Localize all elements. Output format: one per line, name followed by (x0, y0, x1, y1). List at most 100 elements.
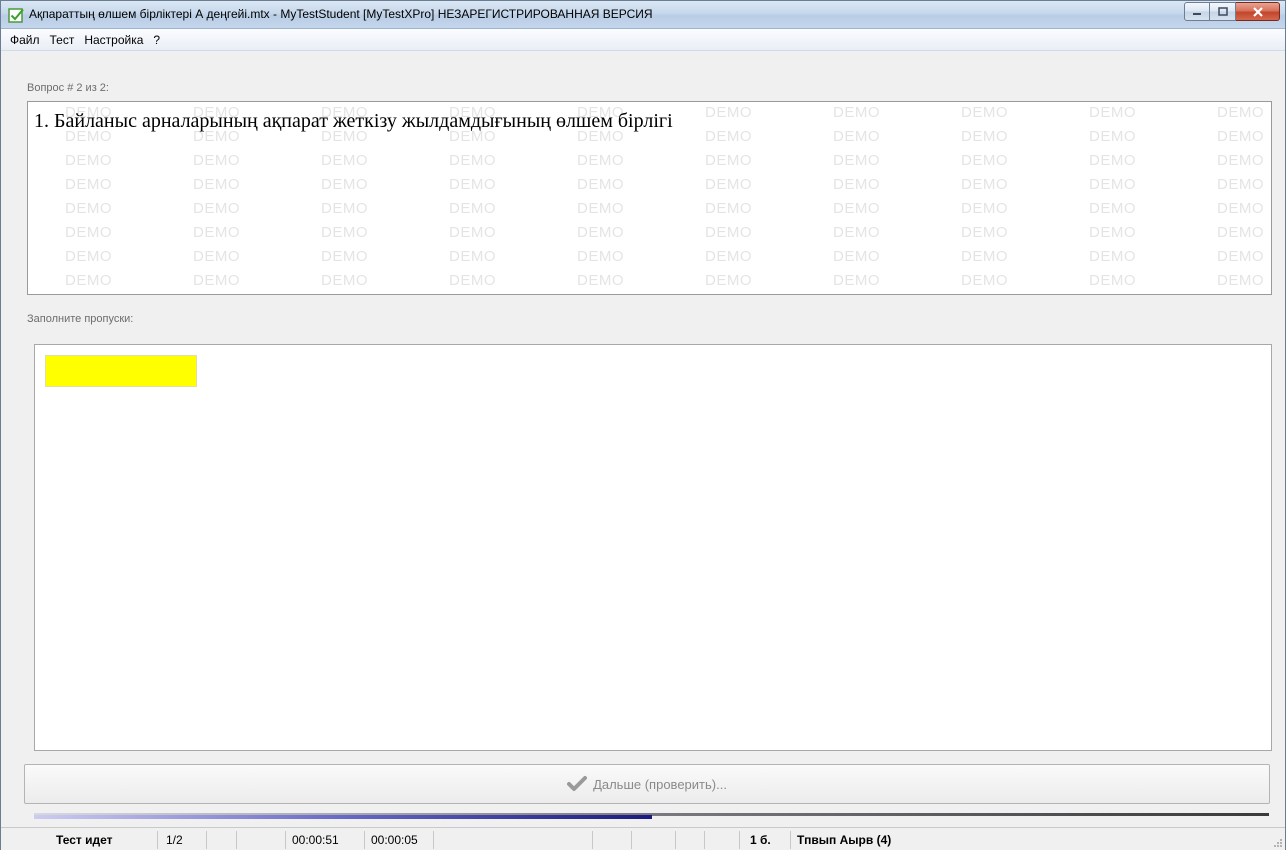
menu-help[interactable]: ? (148, 30, 165, 50)
watermark-text: DEMO (1089, 200, 1136, 217)
status-empty-1 (206, 831, 236, 849)
watermark-text: DEMO (65, 272, 112, 289)
watermark-text: DEMO (65, 200, 112, 217)
watermark-text: DEMO (321, 200, 368, 217)
fill-blank-input[interactable] (45, 355, 197, 387)
minimize-icon (1193, 12, 1201, 15)
watermark-text: DEMO (1217, 272, 1264, 289)
watermark-text: DEMO (1089, 128, 1136, 145)
close-button[interactable] (1236, 2, 1280, 21)
watermark-text: DEMO (449, 248, 496, 265)
title-bar[interactable]: Ақпараттың өлшем бірліктері А деңгейі.mt… (1, 1, 1285, 29)
watermark-text: DEMO (961, 176, 1008, 193)
watermark-text: DEMO (1217, 104, 1264, 121)
watermark-text: DEMO (321, 224, 368, 241)
watermark-text: DEMO (961, 104, 1008, 121)
status-elapsed-total: 00:00:51 (285, 831, 365, 849)
status-empty-5 (631, 831, 676, 849)
watermark-text: DEMO (577, 248, 624, 265)
test-progress-bar (34, 807, 1269, 821)
watermark-text: DEMO (961, 224, 1008, 241)
watermark-text: DEMO (577, 272, 624, 289)
status-bar: Тест идет 1/2 00:00:51 00:00:05 1 б. Тпв… (1, 827, 1285, 850)
next-check-button[interactable]: Дальше (проверить)... (24, 764, 1270, 804)
watermark-text: DEMO (65, 152, 112, 169)
watermark-text: DEMO (577, 224, 624, 241)
watermark-text: DEMO (321, 176, 368, 193)
watermark-text: DEMO (193, 176, 240, 193)
status-empty-2 (236, 831, 286, 849)
watermark-text: DEMO (833, 200, 880, 217)
watermark-text: DEMO (1217, 200, 1264, 217)
watermark-text: DEMO (193, 224, 240, 241)
watermark-text: DEMO (705, 128, 752, 145)
watermark-text: DEMO (961, 272, 1008, 289)
watermark-text: DEMO (833, 128, 880, 145)
maximize-button[interactable] (1210, 2, 1236, 21)
watermark-text: DEMO (705, 200, 752, 217)
watermark-text: DEMO (1089, 224, 1136, 241)
watermark-text: DEMO (833, 152, 880, 169)
status-empty-6 (675, 831, 705, 849)
watermark-text: DEMO (449, 224, 496, 241)
watermark-text: DEMO (449, 272, 496, 289)
menu-settings[interactable]: Настройка (79, 30, 148, 50)
watermark-text: DEMO (65, 176, 112, 193)
close-icon (1252, 6, 1263, 17)
app-window: Ақпараттың өлшем бірліктері А деңгейі.mt… (0, 0, 1286, 850)
minimize-button[interactable] (1184, 2, 1210, 21)
watermark-text: DEMO (705, 152, 752, 169)
watermark-text: DEMO (961, 200, 1008, 217)
question-text: 1. Байланыс арналарының ақпарат жеткізу … (34, 110, 673, 132)
status-empty-4 (592, 831, 632, 849)
check-square-icon (8, 8, 24, 23)
watermark-text: DEMO (1217, 176, 1264, 193)
resize-grip-icon[interactable] (1273, 838, 1283, 848)
menu-test[interactable]: Тест (45, 30, 80, 50)
watermark-text: DEMO (321, 152, 368, 169)
watermark-text: DEMO (1217, 152, 1264, 169)
watermark-text: DEMO (833, 224, 880, 241)
watermark-text: DEMO (1217, 248, 1264, 265)
watermark-text: DEMO (705, 224, 752, 241)
menu-bar: Файл Тест Настройка ? (1, 29, 1285, 51)
window-controls (1184, 2, 1280, 22)
status-empty-7 (704, 831, 740, 849)
status-score: 1 б. (739, 831, 791, 849)
watermark-text: DEMO (705, 272, 752, 289)
status-student: Тпвып Аырв (4) (790, 831, 1270, 849)
watermark-text: DEMO (193, 152, 240, 169)
watermark-text: DEMO (1089, 152, 1136, 169)
answer-panel (34, 344, 1272, 751)
watermark-text: DEMO (1089, 104, 1136, 121)
watermark-text: DEMO (577, 200, 624, 217)
maximize-icon (1217, 7, 1228, 16)
watermark-text: DEMO (321, 248, 368, 265)
watermark-text: DEMO (833, 248, 880, 265)
watermark-text: DEMO (1217, 224, 1264, 241)
watermark-text: DEMO (1217, 128, 1264, 145)
watermark-text: DEMO (449, 176, 496, 193)
question-counter: Вопрос # 2 из 2: (27, 82, 109, 94)
watermark-text: DEMO (449, 152, 496, 169)
watermark-text: DEMO (1089, 176, 1136, 193)
watermark-text: DEMO (1089, 248, 1136, 265)
check-icon (567, 776, 588, 791)
watermark-text: DEMO (577, 176, 624, 193)
watermark-text: DEMO (833, 176, 880, 193)
watermark-text: DEMO (961, 248, 1008, 265)
watermark-text: DEMO (833, 272, 880, 289)
status-question-index: 1/2 (157, 831, 207, 849)
watermark-text: DEMO (961, 152, 1008, 169)
watermark-text: DEMO (65, 224, 112, 241)
watermark-text: DEMO (449, 200, 496, 217)
next-button-label: Дальше (проверить)... (593, 776, 727, 792)
watermark-text: DEMO (193, 248, 240, 265)
window-title: Ақпараттың өлшем бірліктері А деңгейі.mt… (29, 7, 653, 21)
menu-file[interactable]: Файл (5, 30, 45, 50)
question-panel: DEMO DEMO DEMO DEMO DEMO DEMO DEMO DEMO DEMO DEMO… (27, 101, 1272, 295)
watermark-text: DEMO (705, 248, 752, 265)
watermark-text: DEMO (705, 104, 752, 121)
watermark-text: DEMO (193, 272, 240, 289)
progress-fill (34, 815, 652, 819)
